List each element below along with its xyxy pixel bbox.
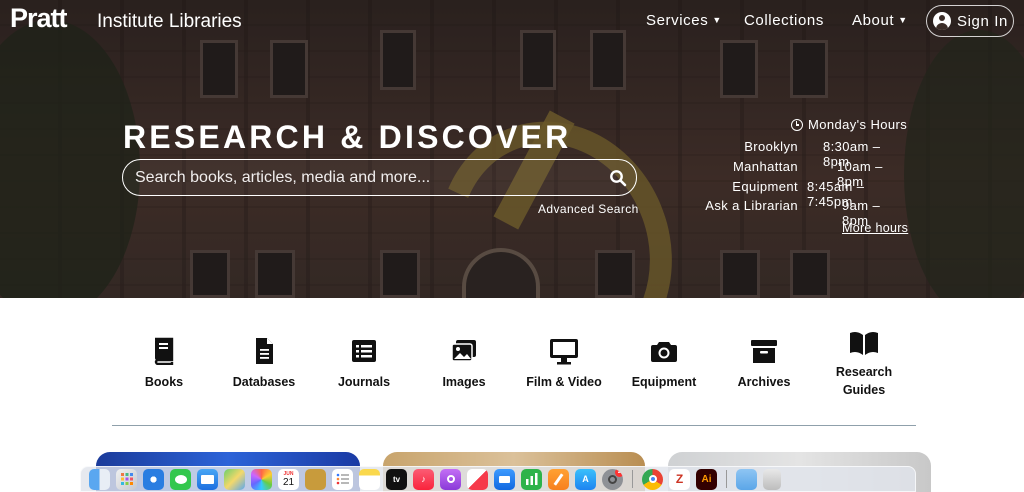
- news-icon[interactable]: [467, 468, 488, 490]
- finder-icon[interactable]: [89, 468, 110, 490]
- hours-row: Ask a Librarian 9am – 8pm: [700, 198, 910, 228]
- category-label: Equipment: [631, 375, 697, 389]
- nav-about-label: About: [852, 12, 895, 29]
- open-book-icon: [850, 331, 878, 355]
- hours-title: Monday's Hours: [791, 117, 907, 132]
- more-hours-link[interactable]: More hours: [842, 221, 908, 235]
- chevron-down-icon: ▼: [898, 15, 908, 25]
- book-icon: [154, 337, 174, 365]
- category-journals[interactable]: Journals: [314, 337, 414, 391]
- hours-row: Brooklyn 8:30am – 8pm: [700, 139, 910, 169]
- numbers-icon[interactable]: [521, 468, 542, 490]
- category-bar: Books Databases Journals Images Film & V…: [0, 325, 1024, 405]
- folder-icon[interactable]: [736, 468, 757, 490]
- notes-icon[interactable]: [305, 468, 326, 490]
- photos-icon[interactable]: [251, 468, 272, 490]
- top-nav: Pratt Institute Libraries Services ▼ Coll…: [0, 0, 1024, 42]
- dock-separator: [726, 470, 727, 488]
- list-icon: [352, 340, 376, 362]
- category-books[interactable]: Books: [114, 337, 214, 391]
- podcasts-icon[interactable]: [440, 468, 461, 490]
- launchpad-icon[interactable]: [116, 468, 137, 490]
- category-equipment[interactable]: Equipment: [614, 337, 714, 391]
- category-label: Images: [442, 375, 486, 389]
- category-film-video[interactable]: Film & Video: [514, 337, 614, 391]
- nav-about[interactable]: About ▼: [852, 12, 908, 29]
- chevron-down-icon: ▼: [712, 15, 722, 25]
- clock-icon: [791, 118, 803, 131]
- category-label: Databases: [232, 375, 296, 389]
- document-icon: [256, 338, 273, 364]
- hours-location: Brooklyn: [744, 139, 798, 154]
- hours-title-label: Monday's Hours: [808, 117, 908, 132]
- nav-collections[interactable]: Collections: [744, 12, 824, 29]
- advanced-search-link[interactable]: Advanced Search: [538, 202, 639, 216]
- calendar-day: 21: [282, 476, 295, 488]
- archive-box-icon: [751, 340, 777, 363]
- sign-in-button[interactable]: Sign In: [926, 5, 1014, 37]
- mail-icon[interactable]: [197, 468, 218, 490]
- appletv-label: tv: [392, 474, 401, 484]
- category-label: Books: [144, 375, 184, 389]
- search-input[interactable]: [135, 166, 585, 190]
- keynote-icon[interactable]: [494, 468, 515, 490]
- dock-separator: [632, 470, 633, 488]
- appletv-icon[interactable]: tv: [386, 468, 407, 490]
- music-icon[interactable]: ♪: [413, 468, 434, 490]
- hours-location: Manhattan: [732, 159, 798, 174]
- camera-icon: [651, 342, 677, 362]
- category-databases[interactable]: Databases: [214, 337, 314, 391]
- category-label: Film & Video: [526, 375, 602, 389]
- nav-services-label: Services: [646, 12, 709, 29]
- category-archives[interactable]: Archives: [714, 337, 814, 391]
- section-divider: [112, 425, 916, 426]
- settings-icon[interactable]: 2: [602, 468, 623, 490]
- nav-services[interactable]: Services ▼: [646, 12, 722, 29]
- page-headline: RESEARCH & DISCOVER: [123, 119, 572, 155]
- zotero-icon[interactable]: Z: [669, 468, 690, 490]
- chrome-icon[interactable]: [642, 468, 663, 490]
- illustrator-icon[interactable]: Ai: [696, 468, 717, 490]
- hours-row: Equipment 8:45am – 7:45pm: [700, 179, 910, 209]
- reminders-icon[interactable]: [332, 468, 353, 490]
- maps-icon[interactable]: [224, 468, 245, 490]
- hours-location: Ask a Librarian: [705, 198, 798, 213]
- images-icon: [451, 340, 476, 362]
- category-research-guides[interactable]: Research Guides: [814, 330, 914, 399]
- category-label: Archives: [737, 375, 791, 389]
- sign-in-label: Sign In: [957, 12, 1008, 30]
- nav-collections-label: Collections: [744, 12, 824, 29]
- notification-badge: 2: [615, 468, 623, 477]
- user-icon: [933, 12, 951, 30]
- category-label: Journals: [337, 375, 391, 389]
- notes-yellow-icon[interactable]: [359, 468, 380, 490]
- category-images[interactable]: Images: [414, 337, 514, 391]
- messages-icon[interactable]: [170, 468, 191, 490]
- macos-dock: JUN 21 tv ♪ A 2 Z Ai: [80, 466, 916, 492]
- logo-pratt[interactable]: Pratt: [10, 3, 68, 34]
- hours-row: Manhattan 10am – 8pm: [700, 159, 910, 189]
- calendar-icon[interactable]: JUN 21: [278, 468, 299, 490]
- hours-location: Equipment: [732, 179, 798, 194]
- monitor-icon: [550, 339, 578, 365]
- pages-icon[interactable]: [548, 468, 569, 490]
- trash-icon[interactable]: [763, 468, 781, 490]
- category-label: Research Guides: [835, 365, 893, 397]
- search-icon[interactable]: [609, 169, 627, 187]
- safari-icon[interactable]: [143, 468, 164, 490]
- logo-subtitle[interactable]: Institute Libraries: [97, 11, 242, 33]
- search-bar: [122, 159, 637, 196]
- appstore-icon[interactable]: A: [575, 468, 596, 490]
